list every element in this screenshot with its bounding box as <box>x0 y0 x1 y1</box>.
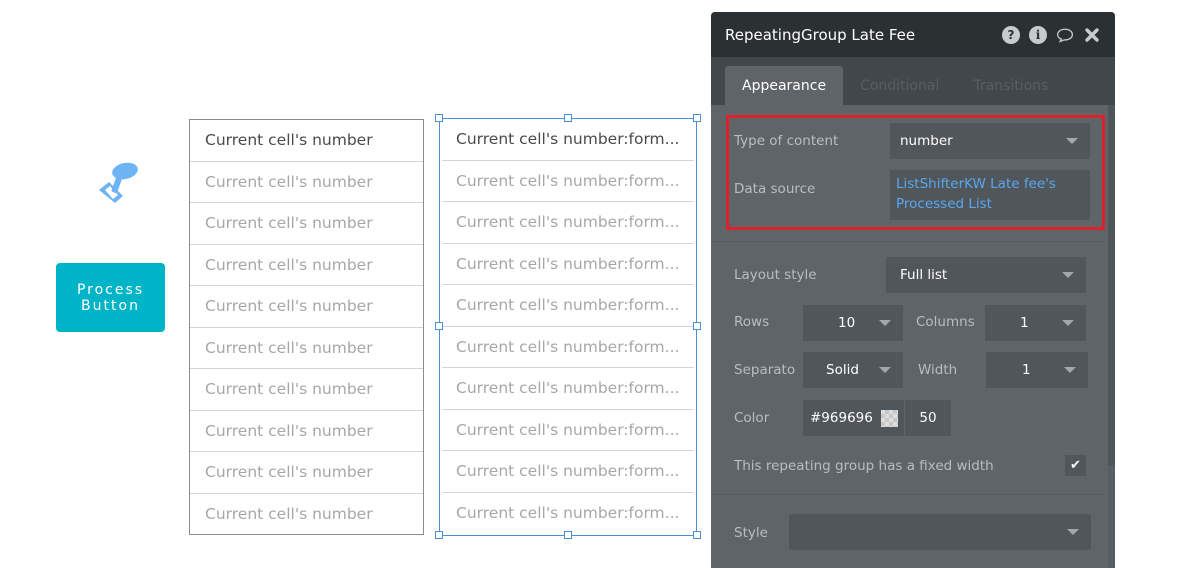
help-icon[interactable]: ? <box>1002 25 1020 44</box>
type-of-content-row: Type of content <box>734 133 838 149</box>
layout-style-dropdown[interactable]: Full list <box>886 257 1086 293</box>
cell: Current cell's number <box>190 369 423 411</box>
cell: Current cell's number:form... <box>442 410 694 451</box>
color-swatch[interactable] <box>880 409 898 427</box>
panel-title-bar[interactable]: RepeatingGroup Late Fee ? i <box>711 12 1115 57</box>
type-of-content-label: Type of content <box>734 133 839 149</box>
chevron-down-icon <box>1067 529 1079 535</box>
property-editor-panel: RepeatingGroup Late Fee ? i Appearance C… <box>711 12 1115 568</box>
cell: Current cell's number <box>205 504 373 523</box>
separator-dropdown[interactable]: Solid <box>803 352 903 388</box>
cell: Current cell's number <box>190 245 423 286</box>
rows-row: Rows <box>734 314 769 330</box>
style-row: Style <box>734 525 768 541</box>
width-row: Width <box>918 362 957 378</box>
cell: Current cell's number <box>190 452 423 494</box>
data-source-label: Data source <box>734 181 816 197</box>
tab-appearance[interactable]: Appearance <box>725 66 844 105</box>
cell: Current cell's number <box>190 328 423 369</box>
data-source-field[interactable]: ListShifterKW Late fee's Processed List <box>890 170 1090 220</box>
cell: Current cell's number:form... <box>456 503 680 522</box>
cell: Current cell's number:form... <box>442 285 694 327</box>
checkmark-icon: ✔ <box>1070 458 1081 473</box>
columns-dropdown[interactable]: 1 <box>985 305 1086 341</box>
cell: Current cell's number:form... <box>442 327 694 368</box>
cell: Current cell's number:form... <box>442 161 694 202</box>
cell: Current cell's number:form... <box>442 202 694 244</box>
color-label: Color <box>734 410 770 426</box>
type-of-content-value: number <box>900 133 953 149</box>
section-divider <box>711 494 1103 495</box>
columns-row: Columns <box>916 314 975 330</box>
columns-label: Columns <box>916 314 975 330</box>
separator-label: Separato <box>734 362 796 378</box>
fixed-width-checkbox[interactable]: ✔ <box>1065 455 1086 476</box>
width-label: Width <box>918 362 958 378</box>
style-dropdown[interactable] <box>789 514 1091 550</box>
rows-dropdown[interactable]: 10 <box>803 305 903 341</box>
process-button[interactable]: Process Button <box>56 263 165 332</box>
info-icon[interactable]: i <box>1029 25 1047 44</box>
cell: Current cell's number:form... <box>442 368 694 410</box>
scrollbar-thumb[interactable] <box>1108 105 1115 465</box>
chevron-down-icon <box>1062 320 1074 326</box>
fixed-width-label: This repeating group has a fixed width <box>734 458 994 474</box>
chevron-down-icon <box>1062 272 1074 278</box>
cell: Current cell's number:form... <box>442 244 694 285</box>
cell: Current cell's number <box>190 286 423 328</box>
tab-transitions[interactable]: Transitions <box>956 66 1065 105</box>
resize-handle-right[interactable] <box>693 322 701 330</box>
layout-style-label: Layout style <box>734 267 817 283</box>
ui-element-pin-icon[interactable] <box>93 160 141 206</box>
tab-conditional[interactable]: Conditional <box>843 66 956 105</box>
data-source-value-line1: ListShifterKW Late fee's <box>896 176 1056 192</box>
section-divider <box>711 241 1103 242</box>
fixed-width-row: This repeating group has a fixed width <box>734 458 994 474</box>
chevron-down-icon <box>1066 138 1078 144</box>
rows-value: 10 <box>838 315 856 331</box>
width-value: 1 <box>1022 362 1031 378</box>
resize-handle-bottom-right[interactable] <box>693 531 701 539</box>
tab-strip: Appearance Conditional Transitions <box>711 57 1115 105</box>
separator-row: Separato <box>734 362 795 378</box>
panel-title: RepeatingGroup Late Fee <box>725 25 916 44</box>
layout-style-value: Full list <box>900 267 948 283</box>
color-opacity-input[interactable]: 50 <box>905 400 951 436</box>
resize-handle-top[interactable] <box>564 114 572 122</box>
rows-label: Rows <box>734 314 770 330</box>
close-icon[interactable] <box>1083 26 1101 44</box>
repeating-group-late-fee[interactable]: Current cell's number:form... Current ce… <box>439 118 697 536</box>
columns-value: 1 <box>1020 315 1029 331</box>
resize-handle-top-right[interactable] <box>693 114 701 122</box>
resize-handle-top-left[interactable] <box>435 114 443 122</box>
cell: Current cell's number <box>190 411 423 452</box>
color-opacity-value: 50 <box>919 410 937 426</box>
data-source-value-line2: Processed List <box>896 196 992 212</box>
resize-handle-left[interactable] <box>435 322 443 330</box>
cell: Current cell's number <box>190 162 423 203</box>
chevron-down-icon <box>879 367 891 373</box>
repeating-group-left[interactable]: Current cell's number Current cell's num… <box>189 119 424 535</box>
chevron-down-icon <box>1064 367 1076 373</box>
type-of-content-dropdown[interactable]: number <box>890 123 1090 159</box>
resize-handle-bottom[interactable] <box>564 531 572 539</box>
process-button-label-line2: Button <box>81 297 140 314</box>
process-button-label-line1: Process <box>76 281 145 298</box>
separator-value: Solid <box>826 362 859 378</box>
data-source-row: Data source <box>734 181 815 197</box>
color-row: Color <box>734 410 769 426</box>
cell: Current cell's number <box>190 120 423 162</box>
resize-handle-bottom-left[interactable] <box>435 531 443 539</box>
color-hex-value: #969696 <box>810 410 873 426</box>
color-picker[interactable]: #969696 <box>803 400 904 436</box>
layout-style-row: Layout style <box>734 267 817 283</box>
width-dropdown[interactable]: 1 <box>986 352 1088 388</box>
chevron-down-icon <box>879 320 891 326</box>
cell: Current cell's number <box>190 203 423 245</box>
cell: Current cell's number:form... <box>442 119 694 161</box>
panel-scrollbar[interactable] <box>1108 105 1115 568</box>
comment-icon[interactable] <box>1056 26 1074 44</box>
cell: Current cell's number:form... <box>442 451 694 493</box>
style-label: Style <box>734 525 768 541</box>
